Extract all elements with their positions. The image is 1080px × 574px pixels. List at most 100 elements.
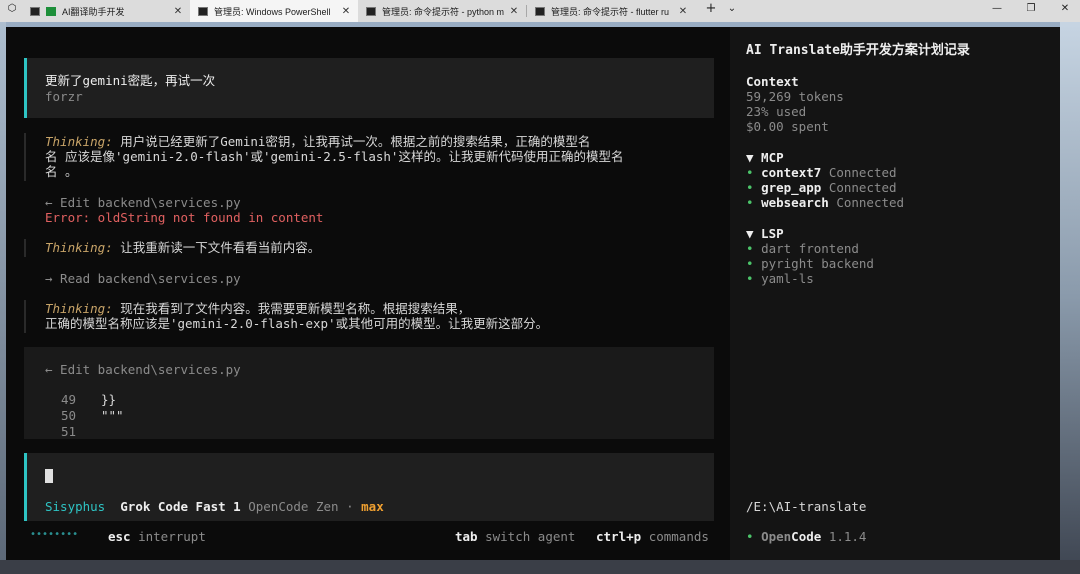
terminal-tab-bar: ⬡ AI翻译助手开发 ✕ 管理员: Windows PowerShell ✕ 管… bbox=[0, 0, 1080, 22]
maximize-button[interactable]: ❐ bbox=[1023, 3, 1039, 14]
context-heading: Context bbox=[746, 74, 799, 89]
agent-name[interactable]: Sisyphus bbox=[45, 499, 105, 514]
tool-read-line: → Read backend\services.py bbox=[45, 271, 241, 286]
code-line: """ bbox=[101, 408, 124, 423]
thinking-label: Thinking: bbox=[45, 134, 113, 149]
terminal-icon bbox=[535, 6, 545, 16]
mcp-item: • websearch Connected bbox=[746, 195, 904, 210]
model-name[interactable]: Grok Code Fast 1 bbox=[120, 499, 240, 514]
thinking-label: Thinking: bbox=[45, 240, 113, 255]
text-cursor bbox=[45, 469, 53, 483]
mcp-status: Connected bbox=[828, 165, 897, 180]
close-tab-icon[interactable]: ✕ bbox=[172, 6, 184, 17]
close-window-button[interactable]: ✕ bbox=[1057, 3, 1073, 14]
thinking-line: Thinking: 用户说已经更新了Gemini密钥，让我再试一次。根据之前的搜… bbox=[45, 134, 590, 149]
thinking-line: 正确的模型名称应该是'gemini-2.0-flash-exp'或其他可用的模型… bbox=[45, 316, 549, 331]
tab-ai-translate[interactable]: AI翻译助手开发 ✕ bbox=[22, 0, 190, 22]
tab-label: switch agent bbox=[485, 529, 576, 544]
tab-cmd-flutter[interactable]: 管理员: 命令提示符 - flutter ru ✕ bbox=[527, 0, 695, 22]
mcp-item: • grep_app Connected bbox=[746, 180, 897, 195]
tab-label: 管理员: 命令提示符 - python m bbox=[382, 6, 505, 17]
mcp-name: websearch bbox=[761, 195, 829, 210]
provider-name: OpenCode Zen bbox=[248, 499, 339, 514]
terminal-icon bbox=[366, 6, 376, 16]
edit-diff-block bbox=[24, 347, 714, 439]
esc-key: esc bbox=[108, 529, 131, 544]
mcp-item: • context7 Connected bbox=[746, 165, 897, 180]
thinking-bar bbox=[24, 239, 26, 257]
tool-edit-line: ← Edit backend\services.py bbox=[45, 362, 241, 377]
user-message bbox=[24, 58, 714, 118]
user-message-author: forzr bbox=[45, 89, 83, 104]
status-dot-icon: • bbox=[746, 241, 762, 256]
minimize-button[interactable]: — bbox=[989, 3, 1005, 14]
thinking-text: 现在我看到了文件内容。我需要更新模型名称。根据搜索结果， bbox=[112, 301, 471, 316]
app-name-part-b: Code bbox=[791, 529, 822, 544]
lsp-name: yaml-ls bbox=[761, 271, 814, 286]
context-used: 23% used bbox=[746, 104, 807, 119]
status-dot-icon: • bbox=[746, 195, 762, 210]
lsp-item: • dart frontend bbox=[746, 241, 859, 256]
lsp-heading[interactable]: ▼ LSP bbox=[746, 226, 784, 241]
tab-label: AI翻译助手开发 bbox=[62, 6, 125, 17]
lsp-item: • yaml-ls bbox=[746, 271, 814, 286]
tab-key: tab bbox=[455, 529, 478, 544]
close-tab-icon[interactable]: ✕ bbox=[677, 6, 689, 17]
tab-label: 管理员: Windows PowerShell bbox=[214, 6, 331, 17]
thinking-line: Thinking: 让我重新读一下文件看看当前内容。 bbox=[45, 240, 320, 255]
thinking-text: 用户说已经更新了Gemini密钥，让我再试一次。根据之前的搜索结果，正确的模型名 bbox=[112, 134, 591, 149]
desktop-wallpaper-bottom bbox=[0, 560, 1080, 574]
thinking-bar bbox=[24, 300, 26, 333]
thinking-line: 名 应该是像'gemini-2.0-flash'或'gemini-2.5-fla… bbox=[45, 149, 624, 164]
thinking-line: Thinking: 现在我看到了文件内容。我需要更新模型名称。根据搜索结果， bbox=[45, 301, 470, 316]
mcp-name: context7 bbox=[761, 165, 822, 180]
status-dot-icon: • bbox=[746, 271, 762, 286]
session-title: AI Translate助手开发方案计划记录 bbox=[746, 43, 970, 58]
agent-model-line: Sisyphus Grok Code Fast 1 OpenCode Zen ·… bbox=[45, 499, 384, 514]
app-icon bbox=[46, 6, 56, 16]
window-menu-icon[interactable]: ⬡ bbox=[4, 3, 20, 14]
thinking-text: 让我重新读一下文件看看当前内容。 bbox=[112, 240, 321, 255]
thinking-label: Thinking: bbox=[45, 301, 113, 316]
ctrlp-key: ctrl+p bbox=[596, 529, 642, 544]
loading-dots: •••••••• bbox=[30, 529, 79, 540]
lsp-name: pyright backend bbox=[761, 256, 874, 271]
esc-label: interrupt bbox=[138, 529, 206, 544]
token-count: 59,269 tokens bbox=[746, 89, 844, 104]
tab-dropdown-button[interactable]: ⌄ bbox=[724, 3, 740, 14]
tab-powershell[interactable]: 管理员: Windows PowerShell ✕ bbox=[190, 0, 358, 22]
line-number: 50 bbox=[61, 408, 77, 423]
lsp-item: • pyright backend bbox=[746, 256, 874, 271]
mode-badge[interactable]: max bbox=[361, 499, 384, 514]
mcp-heading[interactable]: ▼ MCP bbox=[746, 150, 784, 165]
user-message-text: 更新了gemini密匙，再试一次 bbox=[45, 73, 216, 88]
tool-edit-line: ← Edit backend\services.py bbox=[45, 195, 241, 210]
ctrlp-label: commands bbox=[648, 529, 709, 544]
mcp-name: grep_app bbox=[761, 180, 822, 195]
cost-spent: $0.00 spent bbox=[746, 119, 829, 134]
line-number: 51 bbox=[61, 424, 77, 439]
status-dot-icon: • bbox=[746, 256, 762, 271]
lsp-name: dart frontend bbox=[761, 241, 859, 256]
terminal-icon bbox=[198, 6, 208, 16]
status-dot-icon: • bbox=[746, 180, 762, 195]
mcp-status: Connected bbox=[836, 195, 905, 210]
mcp-status: Connected bbox=[828, 180, 897, 195]
thinking-bar bbox=[24, 133, 26, 181]
code-line: }} bbox=[101, 392, 117, 407]
tab-cmd-python[interactable]: 管理员: 命令提示符 - python m ✕ bbox=[358, 0, 526, 22]
status-dot-icon: • bbox=[746, 165, 762, 180]
close-tab-icon[interactable]: ✕ bbox=[508, 6, 520, 17]
status-dot-icon: • bbox=[746, 529, 762, 544]
new-tab-button[interactable]: + bbox=[703, 1, 719, 16]
thinking-line: 名 。 bbox=[45, 164, 78, 179]
desktop-wallpaper-right bbox=[1060, 20, 1080, 574]
switch-agent-hint: tab switch agent bbox=[455, 529, 575, 544]
interrupt-hint: esc interrupt bbox=[108, 529, 206, 544]
working-directory: /E:\AI-translate bbox=[746, 499, 867, 514]
app-version: 1.1.4 bbox=[828, 529, 867, 544]
app-name-part-a: Open bbox=[761, 529, 792, 544]
terminal-icon bbox=[30, 6, 40, 16]
error-text: Error: oldString not found in content bbox=[45, 210, 324, 225]
close-tab-icon[interactable]: ✕ bbox=[340, 6, 352, 17]
